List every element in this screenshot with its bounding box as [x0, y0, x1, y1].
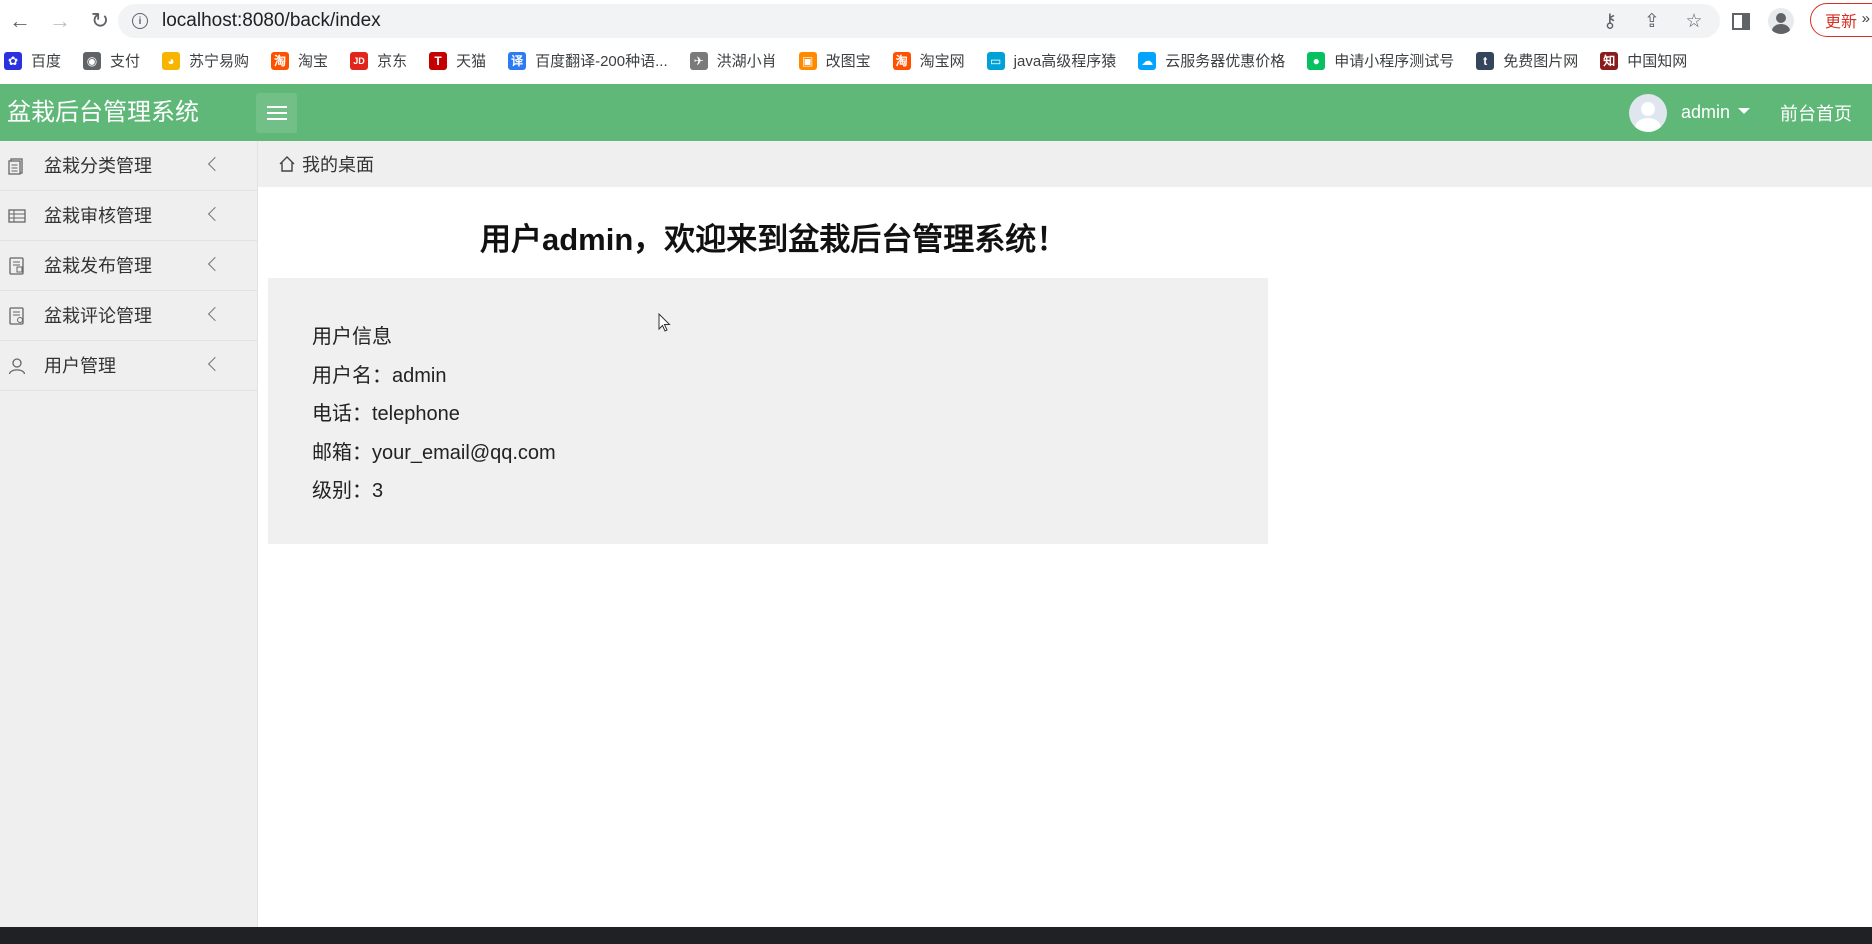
taobao-icon: 淘 [271, 51, 290, 70]
front-home-link[interactable]: 前台首页 [1780, 100, 1852, 126]
bookmark-label: 淘宝网 [919, 53, 965, 70]
sidebar-item-label: 盆栽评论管理 [44, 306, 152, 326]
share-icon[interactable]: ⇪ [1640, 10, 1664, 33]
bookmark-item[interactable]: t 免费图片网 [1476, 50, 1578, 71]
jd-icon: JD [350, 51, 369, 70]
bookmark-label: 支付 [110, 53, 141, 70]
user-avatar[interactable] [1628, 93, 1667, 132]
bookmark-label: 洪湖小肖 [716, 53, 777, 70]
taskbar-strip [0, 927, 1872, 944]
bookmark-item[interactable]: JD 京东 [350, 50, 407, 71]
bird-icon: ✈ [689, 51, 708, 70]
suning-icon: ◕ [162, 51, 181, 70]
sidebar-item-label: 用户管理 [44, 356, 116, 376]
bookmark-label: 中国知网 [1627, 53, 1688, 70]
bookmark-item[interactable]: 淘淘宝网 [892, 50, 965, 71]
level-value: 级别：3 [312, 480, 384, 502]
user-info-panel: 用户信息 用户名：admin 电话：telephone 邮箱：your_emai… [268, 278, 1268, 544]
wechat-icon: ● [1307, 51, 1326, 70]
bookmark-item[interactable]: 译百度翻译-200种语... [508, 50, 668, 71]
chevron-left-icon [207, 206, 223, 222]
url-text: localhost:8080/back/index [162, 10, 381, 31]
mouse-cursor-icon [658, 313, 671, 332]
sidebar: 盆栽分类管理 盆栽审核管理 盆栽发布管理 盆栽评论管理 用户管理 [0, 141, 258, 927]
bookmark-label: 百度 [31, 53, 62, 70]
breadcrumb-label[interactable]: 我的桌面 [302, 151, 374, 177]
bookmarks-bar: ✿ 百度 ◉ 支付 ◕ 苏宁易购淘淘宝 JD 京东 T 天猫译百度翻译-200种语... ✈ 洪湖小肖… [0, 42, 1872, 79]
cnki-icon: 知 [1600, 51, 1619, 70]
bookmark-item[interactable]: ◕ 苏宁易购 [162, 50, 249, 71]
phone-value: 电话：telephone [312, 403, 460, 425]
chevron-left-icon [207, 156, 223, 172]
bookmark-item[interactable]: ▭ java高级程序猿 [986, 50, 1117, 71]
bookmark-item[interactable]: ● 申请小程序测试号 [1307, 50, 1454, 71]
bookmark-item[interactable]: ☁ 云服务器优惠价格 [1138, 50, 1285, 71]
forward-icon[interactable]: → [40, 0, 80, 42]
star-icon[interactable]: ☆ [1682, 10, 1706, 33]
bookmark-item[interactable]: ▣ 改图宝 [798, 50, 871, 71]
bookmark-label: 苏宁易购 [189, 53, 250, 70]
key-icon[interactable]: ⚷ [1598, 10, 1622, 33]
side-panel-icon[interactable] [1728, 8, 1754, 34]
publish-icon [9, 257, 24, 275]
chevron-left-icon [207, 306, 223, 322]
bookmark-label: 云服务器优惠价格 [1165, 53, 1286, 70]
bookmark-label: 申请小程序测试号 [1334, 53, 1455, 70]
site-info-icon[interactable]: i [132, 13, 148, 29]
sidebar-item-review[interactable]: 盆栽审核管理 [0, 191, 257, 241]
username-value: 用户名：admin [312, 364, 447, 387]
bookmark-label: 免费图片网 [1503, 53, 1579, 70]
user-info-title: 用户信息 [312, 326, 392, 348]
bookmark-label: 淘宝 [298, 53, 329, 70]
app-header: 盆栽后台管理系统 admin 前台首页 [0, 84, 1872, 141]
reload-icon[interactable]: ↻ [80, 0, 120, 42]
chevron-left-icon [207, 356, 223, 372]
sidebar-item-label: 盆栽审核管理 [44, 206, 152, 226]
table-icon [8, 209, 26, 223]
translate-icon: 译 [508, 51, 527, 70]
breadcrumb: 我的桌面 [258, 141, 1872, 187]
paw-icon: ✿ [4, 51, 22, 70]
bookmark-label: 天猫 [456, 53, 487, 70]
bookmark-item[interactable]: ◉ 支付 [83, 50, 140, 71]
tmall-icon: T [429, 51, 448, 70]
browser-toolbar: ← → ↻ i localhost:8080/back/index ⚷ ⇪ ☆ … [0, 0, 1872, 42]
bookmark-item[interactable]: ✿ 百度 [4, 50, 61, 71]
sidebar-item-users[interactable]: 用户管理 [0, 341, 257, 391]
sidebar-item-label: 盆栽分类管理 [44, 156, 152, 176]
caret-down-icon[interactable] [1738, 107, 1750, 114]
sidebar-item-comment[interactable]: 盆栽评论管理 [0, 291, 257, 341]
bookmark-item[interactable]: T 天猫 [429, 50, 486, 71]
user-name[interactable]: admin [1681, 102, 1730, 123]
back-icon[interactable]: ← [0, 0, 40, 42]
image-tool-icon: ▣ [798, 51, 817, 70]
profile-icon[interactable] [1768, 8, 1794, 34]
sidebar-item-publish[interactable]: 盆栽发布管理 [0, 241, 257, 291]
bilibili-icon: ▭ [986, 51, 1005, 70]
document-icon [8, 158, 23, 175]
bookmark-item[interactable]: 知中国知网 [1600, 50, 1687, 71]
home-icon[interactable] [278, 155, 296, 173]
app-title[interactable]: 盆栽后台管理系统 [7, 84, 199, 141]
taobao-icon: 淘 [892, 51, 911, 70]
bookmarks-overflow-icon[interactable]: » [1862, 10, 1870, 27]
email-value: 邮箱：your_email@qq.com [312, 441, 556, 464]
cloud-icon: ☁ [1138, 51, 1157, 70]
globe-icon: ◉ [83, 51, 102, 70]
chevron-left-icon [207, 256, 223, 272]
bookmark-label: java高级程序猿 [1013, 53, 1117, 70]
bookmark-label: 改图宝 [825, 53, 871, 70]
menu-toggle-icon[interactable] [256, 93, 297, 133]
sidebar-item-category[interactable]: 盆栽分类管理 [0, 141, 257, 191]
page-title: 用户admin，欢迎来到盆栽后台管理系统！ [480, 222, 1068, 257]
bookmark-label: 京东 [377, 53, 408, 70]
comment-icon [9, 307, 24, 325]
tumblr-icon: t [1476, 51, 1495, 70]
bookmark-item[interactable]: ✈ 洪湖小肖 [689, 50, 777, 71]
user-icon [8, 358, 26, 375]
sidebar-item-label: 盆栽发布管理 [44, 256, 152, 276]
bookmark-label: 百度翻译-200种语... [535, 53, 668, 70]
bookmark-item[interactable]: 淘淘宝 [271, 50, 328, 71]
address-bar[interactable]: i localhost:8080/back/index ⚷ ⇪ ☆ [118, 4, 1720, 38]
